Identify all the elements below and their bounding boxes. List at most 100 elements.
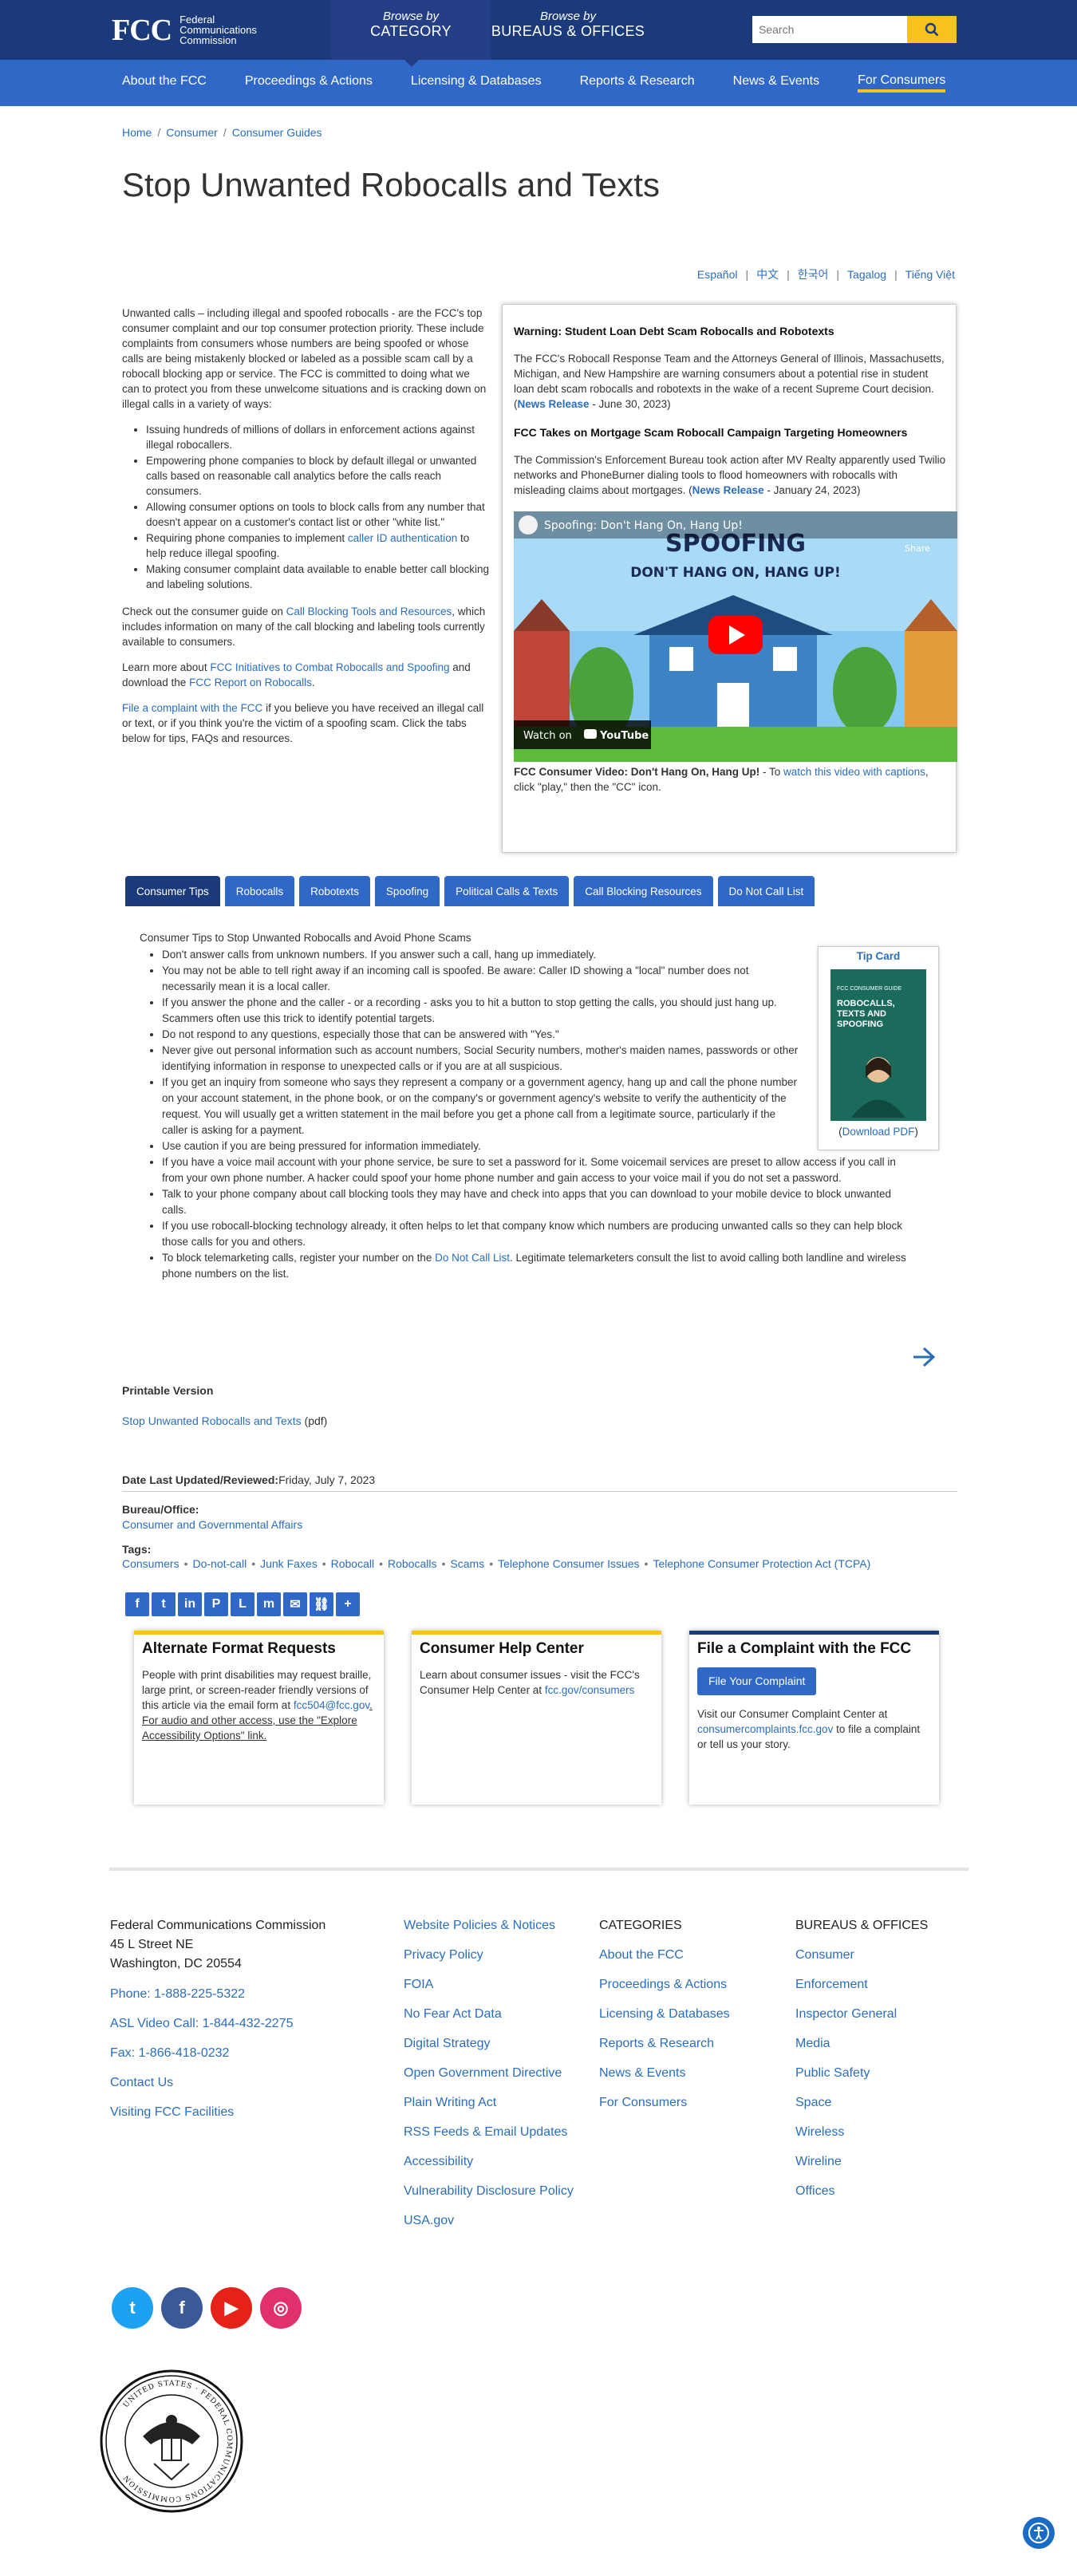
footer-link[interactable]: Public Safety bbox=[795, 2064, 928, 2083]
consumers-link[interactable]: fcc.gov/consumers bbox=[545, 1684, 635, 1696]
footer-link[interactable]: Wireless bbox=[795, 2123, 928, 2142]
instagram-icon[interactable]: ◎ bbox=[260, 2287, 302, 2329]
breadcrumb-consumer[interactable]: Consumer bbox=[166, 126, 218, 139]
complaint-center-link[interactable]: consumercomplaints.fcc.gov bbox=[697, 1723, 833, 1735]
learn-more-paragraph: Learn more about FCC Initiatives to Comb… bbox=[122, 661, 471, 688]
lang-spanish[interactable]: Español bbox=[697, 268, 738, 281]
footer-link[interactable]: Licensing & Databases bbox=[599, 2005, 730, 2024]
search-button[interactable] bbox=[907, 16, 957, 43]
footer-link[interactable]: Wireline bbox=[795, 2152, 928, 2172]
lang-chinese[interactable]: 中文 bbox=[756, 268, 779, 281]
footer-phone[interactable]: Phone: 1-888-225-5322 bbox=[110, 1985, 325, 2004]
footer-link[interactable]: Enforcement bbox=[795, 1975, 928, 1994]
tag-link[interactable]: Robocall bbox=[331, 1557, 374, 1570]
caller-id-link[interactable]: caller ID authentication bbox=[348, 532, 457, 544]
footer-link[interactable]: Vulnerability Disclosure Policy bbox=[404, 2182, 579, 2201]
tab-robotexts[interactable]: Robotexts bbox=[299, 876, 370, 906]
tab-call-blocking[interactable]: Call Blocking Resources bbox=[574, 876, 713, 906]
nav-reports[interactable]: Reports & Research bbox=[580, 74, 695, 92]
footer-fax[interactable]: Fax: 1-866-418-0232 bbox=[110, 2044, 325, 2063]
accessibility-button[interactable] bbox=[1023, 2517, 1055, 2549]
nav-consumers[interactable]: For Consumers bbox=[858, 73, 946, 93]
footer-link[interactable]: Accessibility bbox=[404, 2152, 579, 2172]
captions-link[interactable]: watch this video with captions bbox=[783, 766, 925, 778]
footer-link[interactable]: Privacy Policy bbox=[404, 1946, 579, 1965]
tab-political[interactable]: Political Calls & Texts bbox=[444, 876, 570, 906]
footer-asl[interactable]: ASL Video Call: 1-844-432-2275 bbox=[110, 2014, 325, 2034]
nav-news[interactable]: News & Events bbox=[733, 74, 819, 92]
nav-proceedings[interactable]: Proceedings & Actions bbox=[245, 74, 373, 92]
messenger-share-icon[interactable]: m bbox=[257, 1592, 281, 1616]
report-link[interactable]: FCC Report on Robocalls bbox=[189, 677, 312, 688]
twitter-icon[interactable]: t bbox=[112, 2287, 153, 2329]
browse-category-button[interactable]: Browse by CATEGORY bbox=[331, 0, 491, 67]
footer-link[interactable]: News & Events bbox=[599, 2064, 730, 2083]
pinterest-share-icon[interactable]: P bbox=[204, 1592, 228, 1616]
printable-pdf-link[interactable]: Stop Unwanted Robocalls and Texts bbox=[122, 1414, 302, 1427]
copy-link-share-icon[interactable]: ⛓ bbox=[310, 1592, 333, 1616]
line-share-icon[interactable]: L bbox=[231, 1592, 254, 1616]
browse-bureaus-button[interactable]: Browse by BUREAUS & OFFICES bbox=[488, 0, 648, 60]
footer-link[interactable]: USA.gov bbox=[404, 2211, 579, 2231]
file-complaint-link[interactable]: File a complaint with the FCC bbox=[122, 702, 262, 714]
tag-link[interactable]: Telephone Consumer Issues bbox=[498, 1557, 639, 1570]
facebook-share-icon[interactable]: f bbox=[125, 1592, 149, 1616]
lang-tagalog[interactable]: Tagalog bbox=[847, 268, 886, 281]
footer-link[interactable]: Inspector General bbox=[795, 2005, 928, 2024]
next-tab-arrow[interactable] bbox=[912, 1347, 936, 1370]
tag-link[interactable]: Telephone Consumer Protection Act (TCPA) bbox=[653, 1557, 870, 1570]
footer-link[interactable]: Open Government Directive bbox=[404, 2064, 579, 2083]
footer-contact-us[interactable]: Contact Us bbox=[110, 2073, 325, 2093]
footer-link[interactable]: Offices bbox=[795, 2182, 928, 2201]
lang-korean[interactable]: 한국어 bbox=[798, 268, 829, 281]
breadcrumb-home[interactable]: Home bbox=[122, 126, 152, 139]
file-your-complaint-button[interactable]: File Your Complaint bbox=[697, 1667, 817, 1695]
download-pdf-link[interactable]: Download PDF bbox=[842, 1126, 915, 1138]
nav-about[interactable]: About the FCC bbox=[122, 74, 207, 92]
news-release-link[interactable]: News Release bbox=[692, 484, 764, 496]
tag-link[interactable]: Do-not-call bbox=[193, 1557, 247, 1570]
footer-link[interactable]: No Fear Act Data bbox=[404, 2005, 579, 2024]
footer-link[interactable]: For Consumers bbox=[599, 2093, 730, 2112]
email-share-icon[interactable]: ✉ bbox=[283, 1592, 307, 1616]
initiatives-link[interactable]: FCC Initiatives to Combat Robocalls and … bbox=[210, 661, 449, 673]
footer-link[interactable]: Consumer bbox=[795, 1946, 928, 1965]
footer-link[interactable]: Space bbox=[795, 2093, 928, 2112]
twitter-share-icon[interactable]: t bbox=[152, 1592, 176, 1616]
footer-link[interactable]: FOIA bbox=[404, 1975, 579, 1994]
tag-link[interactable]: Consumers bbox=[122, 1557, 180, 1570]
search-input[interactable] bbox=[752, 16, 907, 43]
footer-link[interactable]: Proceedings & Actions bbox=[599, 1975, 730, 1994]
tab-spoofing[interactable]: Spoofing bbox=[374, 876, 440, 906]
more-share-icon[interactable]: + bbox=[336, 1592, 360, 1616]
footer-link[interactable]: Media bbox=[795, 2034, 928, 2053]
tab-robocalls[interactable]: Robocalls bbox=[224, 876, 295, 906]
video-player[interactable]: SPOOFING DON'T HANG ON, HANG UP! Spoofin… bbox=[514, 511, 957, 762]
footer-visiting[interactable]: Visiting FCC Facilities bbox=[110, 2103, 325, 2122]
nav-licensing[interactable]: Licensing & Databases bbox=[411, 74, 542, 92]
tag-link[interactable]: Robocalls bbox=[388, 1557, 436, 1570]
tag-link[interactable]: Junk Faxes bbox=[260, 1557, 318, 1570]
footer-link[interactable]: RSS Feeds & Email Updates bbox=[404, 2123, 579, 2142]
footer-link[interactable]: Digital Strategy bbox=[404, 2034, 579, 2053]
tab-do-not-call[interactable]: Do Not Call List bbox=[717, 876, 815, 906]
tag-link[interactable]: Scams bbox=[450, 1557, 484, 1570]
tab-consumer-tips[interactable]: Consumer Tips bbox=[125, 876, 220, 906]
linkedin-share-icon[interactable]: in bbox=[178, 1592, 202, 1616]
footer-link[interactable]: Plain Writing Act bbox=[404, 2093, 579, 2112]
breadcrumb-consumer-guides[interactable]: Consumer Guides bbox=[232, 126, 322, 139]
footer-link[interactable]: About the FCC bbox=[599, 1946, 730, 1965]
youtube-icon[interactable]: ▶ bbox=[211, 2287, 252, 2329]
fcc504-email-link[interactable]: fcc504@fcc.gov bbox=[294, 1699, 369, 1711]
facebook-icon[interactable]: f bbox=[161, 2287, 203, 2329]
do-not-call-link[interactable]: Do Not Call List bbox=[435, 1252, 510, 1264]
video-caption: FCC Consumer Video: Don't Hang On, Hang … bbox=[514, 766, 929, 793]
news-release-link[interactable]: News Release bbox=[518, 398, 590, 410]
tip-card-cover[interactable]: FCC CONSUMER GUIDE ROBOCALLS, TEXTS AND … bbox=[830, 969, 926, 1121]
footer-link[interactable]: Website Policies & Notices bbox=[404, 1916, 579, 1935]
fcc-logo[interactable]: FCC Federal Communications Commission bbox=[112, 14, 257, 45]
footer-link[interactable]: Reports & Research bbox=[599, 2034, 730, 2053]
lang-vietnamese[interactable]: Tiếng Việt bbox=[905, 268, 955, 281]
call-blocking-link[interactable]: Call Blocking Tools and Resources bbox=[286, 606, 452, 617]
bureau-link[interactable]: Consumer and Governmental Affairs bbox=[122, 1518, 302, 1531]
